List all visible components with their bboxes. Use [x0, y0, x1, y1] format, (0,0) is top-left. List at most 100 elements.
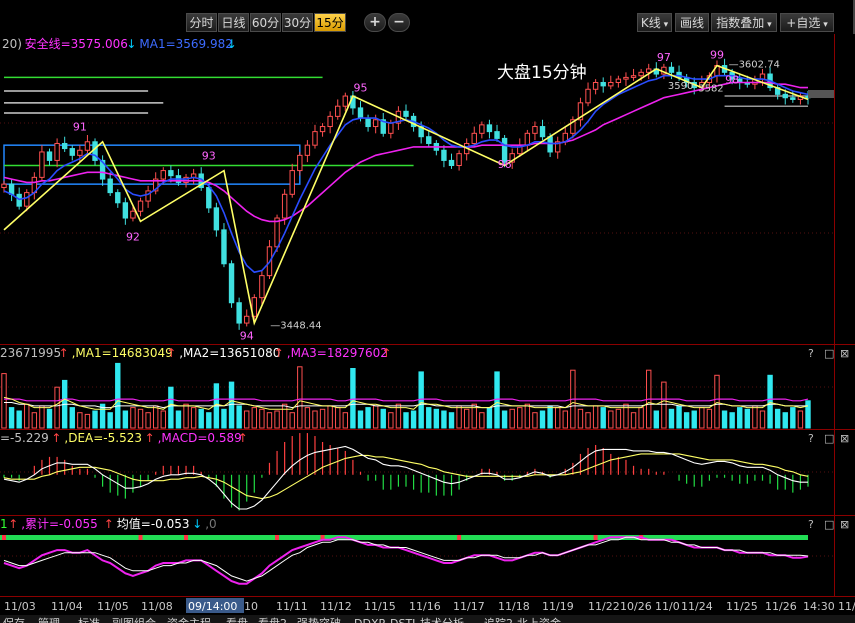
volume-bar: [539, 410, 546, 429]
time-axis-label: 11/0: [655, 600, 680, 613]
candle-body: [122, 202, 129, 219]
bottom-tab[interactable]: 副图组合: [112, 616, 156, 623]
candle-body: [372, 119, 379, 128]
volume-bar: [433, 408, 440, 429]
time-axis-label: 11/24: [681, 600, 713, 613]
volume-bar: [630, 412, 637, 429]
panel-button[interactable]: □: [824, 347, 834, 360]
time-axis-label: 14:30: [803, 600, 835, 613]
time-axis-label: 11/04: [51, 600, 83, 613]
volume-bar: [668, 408, 675, 429]
time-axis-label: 11/05: [97, 600, 129, 613]
indicator-header-text: MA1=3569.982: [139, 37, 233, 51]
candle-body: [471, 132, 477, 144]
price-panel: 91 92 93 94 95 96 97 9899 —3448.44 —3602.74 3590 35…: [1, 48, 811, 343]
volume-bar: [752, 405, 758, 429]
volume-bar: [403, 412, 409, 429]
time-axis-label: 11/08: [141, 600, 173, 613]
volume-bar: [152, 405, 159, 429]
time-axis-label: 11/16: [409, 600, 441, 613]
panel-button[interactable]: ?: [808, 518, 814, 531]
price-marker-box: [808, 90, 834, 98]
indicator-header-text: ,DEA=-5.523: [64, 431, 142, 445]
time-axis-label: 11/2: [838, 600, 855, 613]
indicator-header-text: ↓: [192, 517, 202, 531]
volume-bar: [183, 403, 189, 429]
volume-bar: [501, 410, 508, 429]
volume-bar: [24, 403, 30, 429]
volume-bar: [380, 408, 386, 429]
panel-button[interactable]: ?: [808, 432, 814, 445]
bottom-tab[interactable]: 技术分析: [420, 616, 464, 623]
volume-bar: [615, 408, 622, 429]
candle-body: [630, 75, 637, 78]
volume-bar: [54, 386, 60, 429]
bottom-tab[interactable]: 追踪2: [484, 616, 513, 623]
volume-bar: [77, 412, 83, 429]
candle-body: [388, 122, 394, 134]
candle-body: [1, 183, 7, 189]
panel-button[interactable]: ⊠: [840, 347, 849, 360]
time-axis-label: 11/19: [542, 600, 574, 613]
panel-button[interactable]: □: [824, 432, 834, 445]
volume-bar: [554, 407, 561, 429]
bottom-tab[interactable]: 管理: [38, 616, 60, 623]
candle-body: [77, 149, 83, 156]
volume-bar: [517, 407, 523, 429]
candle-body: [115, 192, 121, 204]
panel-button[interactable]: ⊠: [840, 518, 849, 531]
volume-bar: [426, 407, 432, 429]
candle-body: [281, 193, 288, 219]
candle-body: [532, 126, 538, 134]
bottom-tab[interactable]: 看盘: [226, 616, 248, 623]
bottom-tab[interactable]: DSTL: [390, 617, 419, 623]
indicator-header-text: ↓: [126, 37, 136, 51]
volume-bar: [1, 373, 7, 429]
bottom-tab[interactable]: 标准: [78, 616, 100, 623]
strength-band-segment: [138, 535, 143, 540]
volume-ma3-series: [4, 398, 809, 402]
bottom-tab[interactable]: DDXP: [354, 617, 385, 623]
volume-bar: [357, 410, 364, 429]
time-axis-label: 11/11: [276, 600, 308, 613]
volume-bar: [797, 410, 804, 429]
bottom-tab[interactable]: 北上资金: [517, 616, 561, 623]
volume-bar: [479, 412, 485, 429]
time-axis-label: 11/22: [588, 600, 620, 613]
wave-label: 91: [73, 121, 87, 134]
time-axis-label: 11/26: [765, 600, 797, 613]
candle-body: [228, 263, 235, 304]
time-axis-label: 11/25: [726, 600, 758, 613]
volume-bar: [790, 407, 796, 429]
candle-body: [130, 210, 136, 219]
bottom-tab[interactable]: 看盘2: [258, 616, 287, 623]
volume-bar: [661, 381, 667, 429]
indicator-header-text: ,累计=-0.055: [21, 517, 98, 531]
volume-bar: [737, 407, 743, 429]
time-axis-label: 11/17: [453, 600, 485, 613]
indicator-header-text: ↑: [238, 431, 248, 445]
wave-label: 97: [657, 51, 671, 64]
volume-bar: [372, 405, 379, 429]
panel-button[interactable]: □: [824, 518, 834, 531]
indicator-header-text: ↑: [104, 517, 114, 531]
bottom-tab[interactable]: 资金主程: [167, 616, 211, 623]
bottom-tab[interactable]: 保存: [3, 616, 25, 623]
strength-band-segment: [275, 535, 280, 540]
indicator-header-text: ↑: [274, 346, 284, 360]
wave-label: 94: [240, 330, 254, 343]
panel-button[interactable]: ?: [808, 347, 814, 360]
bottom-tab[interactable]: 强势突破: [297, 616, 341, 623]
candle-body: [327, 115, 333, 128]
candle-body: [426, 136, 432, 144]
volume-bar: [532, 412, 538, 429]
volume-bar: [463, 408, 470, 429]
panel-button[interactable]: ⊠: [840, 432, 849, 445]
volume-bar: [350, 368, 356, 429]
indicator-header-text: 1: [0, 517, 8, 531]
chart-canvas: 91 92 93 94 95 96 97 9899 —3448.44 —3602.74 3590 35…: [0, 34, 855, 623]
volume-bar: [160, 410, 166, 429]
bottom-tab-bar: 保存 管理 标准 副图组合 资金主程 看盘 看盘2 强势突破 DDXP DSTL技术分析 追踪2 北上…: [0, 615, 855, 623]
volume-bar: [706, 408, 713, 429]
volume-bar: [676, 405, 682, 429]
